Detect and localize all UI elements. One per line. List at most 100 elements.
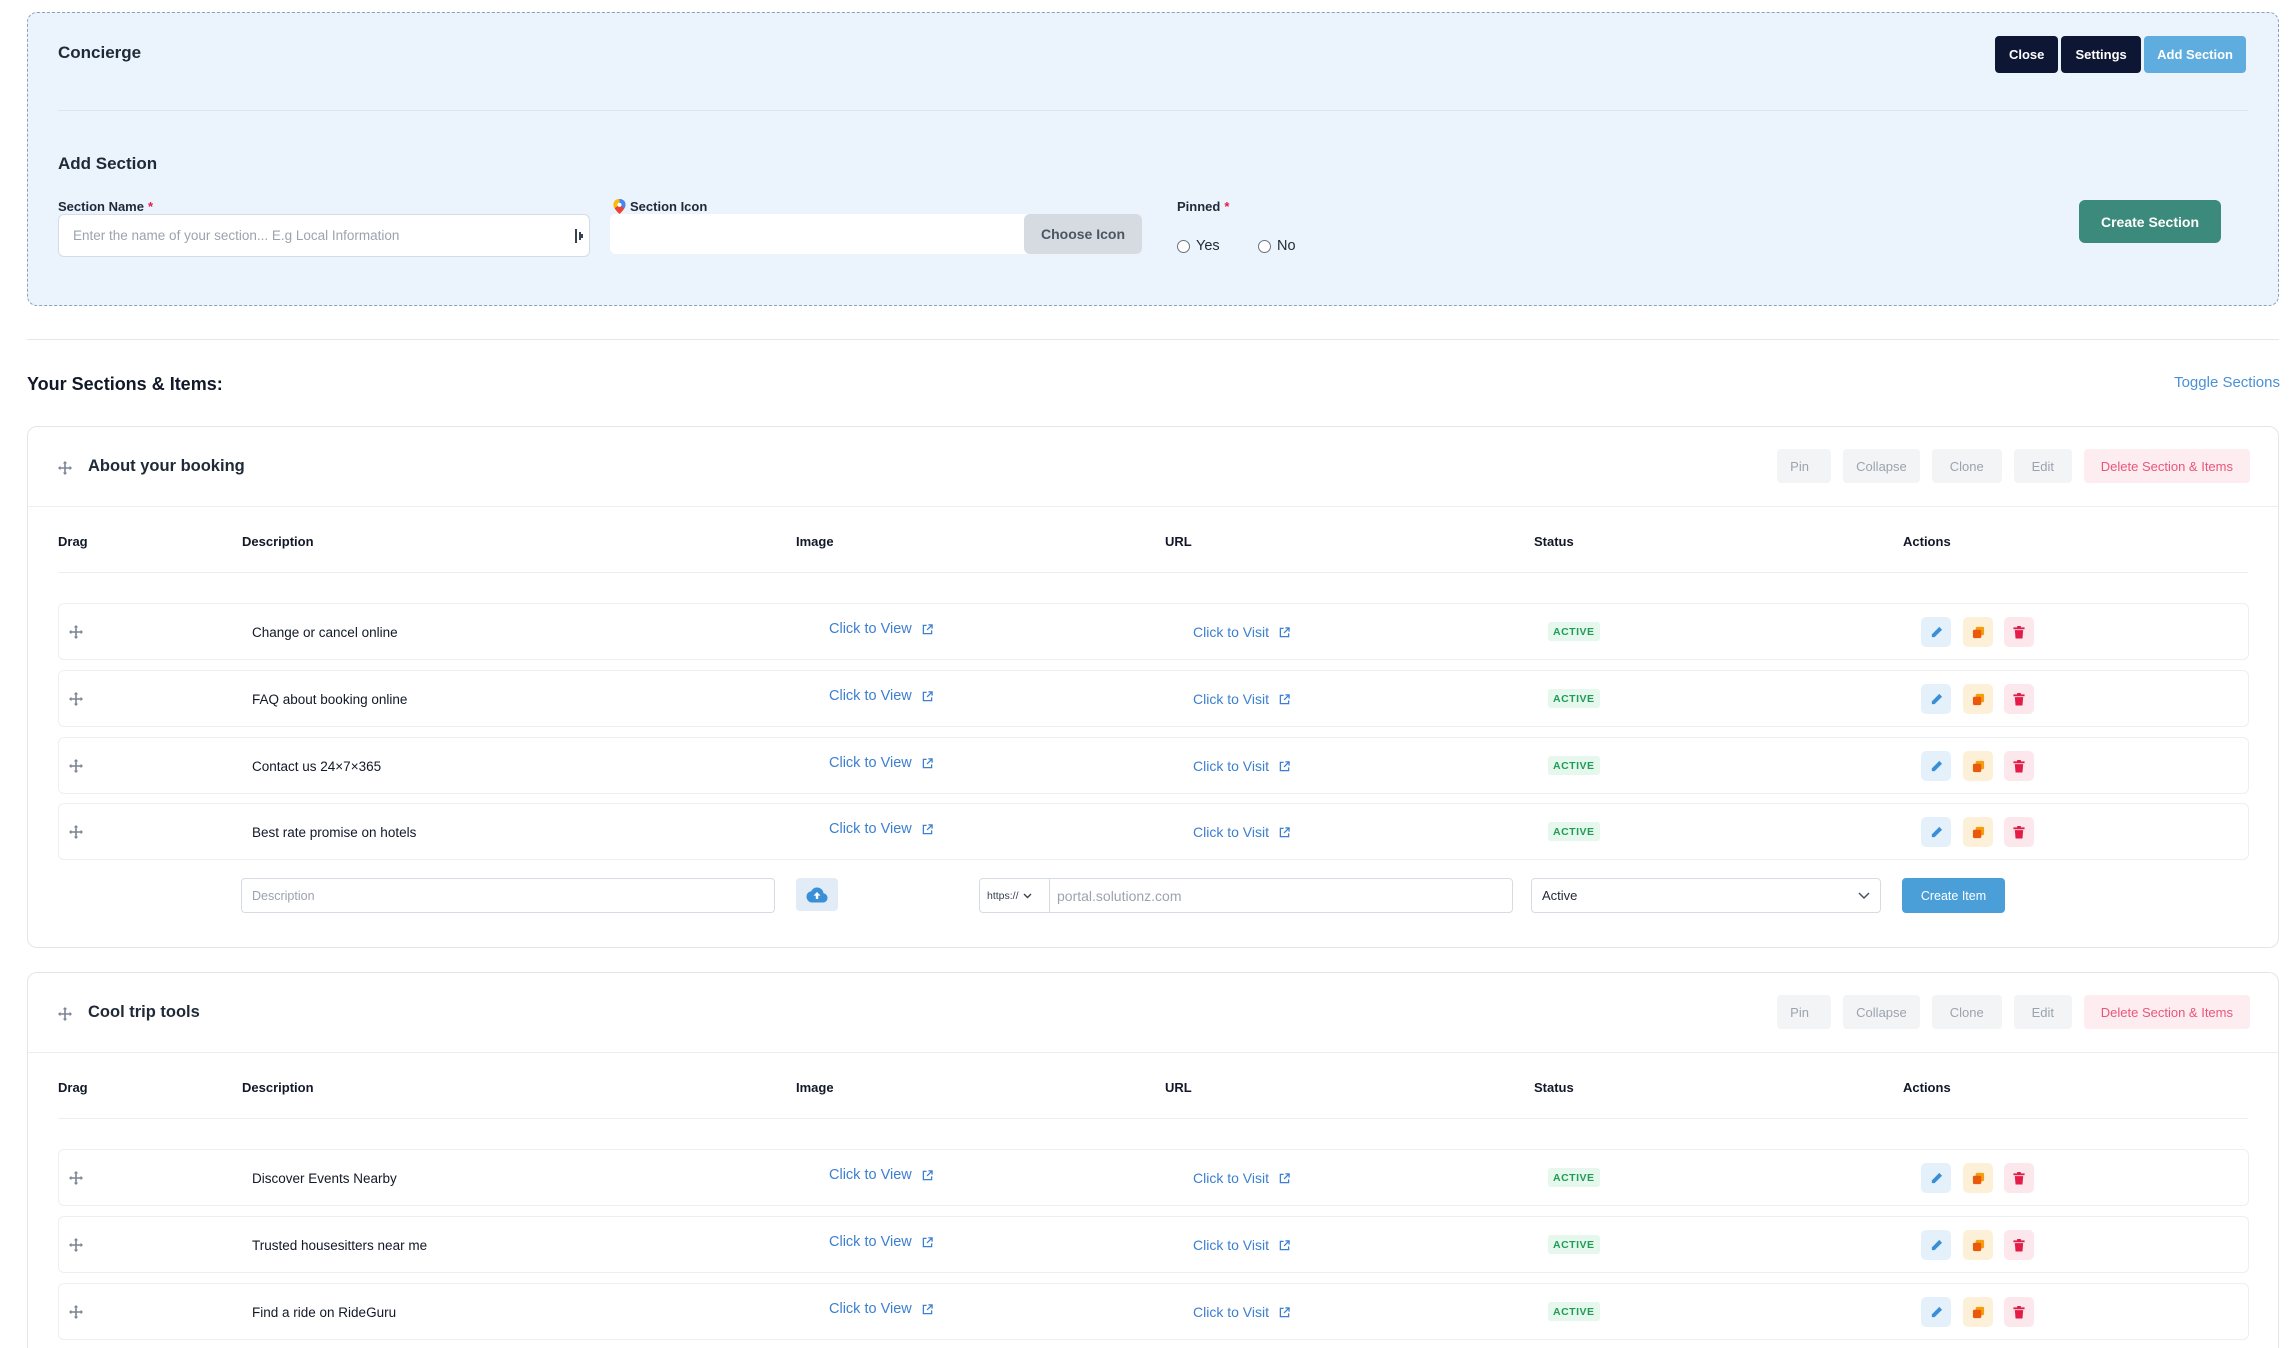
pin-button[interactable]: Pin: [1777, 449, 1832, 483]
view-image-link[interactable]: Click to View: [829, 821, 933, 837]
pinned-no-radio[interactable]: [1258, 239, 1271, 253]
edit-item-button[interactable]: [1921, 751, 1951, 781]
move-arrows-icon[interactable]: [69, 1238, 83, 1252]
section-card: About your booking Pin Collapse Clone Ed…: [27, 426, 2279, 948]
move-arrows-icon[interactable]: [69, 625, 83, 639]
move-arrows-icon[interactable]: [69, 825, 83, 839]
col-actions: Actions: [1903, 534, 1951, 549]
item-description: Trusted housesitters near me: [252, 1238, 428, 1253]
close-button[interactable]: Close: [1995, 36, 2059, 73]
section-name-input[interactable]: Enter the name of your section... E.g Lo…: [58, 214, 590, 257]
chevron-down-icon: [1023, 893, 1032, 898]
edit-section-button[interactable]: Edit: [2013, 995, 2072, 1029]
edit-item-button[interactable]: [1921, 1163, 1951, 1193]
status-badge: ACTIVE: [1548, 1235, 1600, 1254]
create-item-button[interactable]: Create Item: [1902, 878, 2005, 913]
item-description: FAQ about booking online: [252, 692, 408, 707]
delete-item-button[interactable]: [2004, 817, 2034, 847]
view-image-link[interactable]: Click to View: [829, 755, 933, 771]
section-icon-field[interactable]: Choose Icon: [610, 214, 1142, 254]
panel-divider: [58, 110, 2248, 111]
copy-item-button[interactable]: [1963, 751, 1993, 781]
delete-item-button[interactable]: [2004, 617, 2034, 647]
visit-url-link[interactable]: Click to Visit: [1193, 1170, 1290, 1186]
choose-icon-button[interactable]: Choose Icon: [1024, 214, 1142, 254]
copy-item-button[interactable]: [1963, 617, 1993, 647]
external-link-icon: [1279, 760, 1290, 771]
col-status: Status: [1534, 534, 1574, 549]
visit-url-link[interactable]: Click to Visit: [1193, 824, 1290, 840]
pinned-no-option[interactable]: No: [1258, 238, 1296, 254]
status-badge: ACTIVE: [1548, 689, 1600, 708]
copy-item-button[interactable]: [1963, 1230, 1993, 1260]
image-upload-button[interactable]: [796, 878, 838, 911]
section-header: Cool trip tools Pin Collapse Clone Edit …: [28, 973, 2278, 1053]
move-arrows-icon[interactable]: [69, 1305, 83, 1319]
edit-item-button[interactable]: [1921, 1297, 1951, 1327]
move-arrows-icon[interactable]: [69, 692, 83, 706]
view-image-link[interactable]: Click to View: [829, 621, 933, 637]
col-status: Status: [1534, 1080, 1574, 1095]
add-section-button[interactable]: Add Section: [2144, 36, 2246, 73]
clone-button[interactable]: Clone: [1931, 449, 2002, 483]
copy-item-button[interactable]: [1963, 1297, 1993, 1327]
move-arrows-icon[interactable]: [69, 759, 83, 773]
clone-button[interactable]: Clone: [1931, 995, 2002, 1029]
view-image-link[interactable]: Click to View: [829, 1167, 933, 1183]
concierge-title: Concierge: [58, 43, 142, 62]
copy-icon: [1972, 1172, 1984, 1184]
new-item-url-field[interactable]: https:// portal.solutionz.com: [979, 878, 1513, 913]
section-actions: Pin Collapse Clone Edit Delete Section &…: [1777, 449, 2250, 483]
col-drag: Drag: [58, 534, 88, 549]
delete-section-button[interactable]: Delete Section & Items: [2083, 995, 2250, 1029]
new-item-status-select[interactable]: Active: [1531, 878, 1881, 913]
external-link-icon: [1279, 1306, 1290, 1317]
url-placeholder: portal.solutionz.com: [1057, 887, 1182, 904]
concierge-panel: Concierge Close Settings Add Section Add…: [27, 12, 2279, 306]
toggle-sections-link[interactable]: Toggle Sections: [2174, 374, 2280, 391]
visit-url-link[interactable]: Click to Visit: [1193, 1304, 1290, 1320]
add-section-title: Add Section: [58, 154, 158, 173]
move-arrows-icon[interactable]: [58, 1007, 72, 1021]
edit-item-button[interactable]: [1921, 817, 1951, 847]
view-image-link[interactable]: Click to View: [829, 1234, 933, 1250]
collapse-button[interactable]: Collapse: [1843, 449, 1920, 483]
status-badge: ACTIVE: [1548, 822, 1600, 841]
edit-section-button[interactable]: Edit: [2013, 449, 2072, 483]
view-image-link[interactable]: Click to View: [829, 1301, 933, 1317]
sections-list-title: Your Sections & Items:: [27, 374, 223, 394]
collapse-button[interactable]: Collapse: [1843, 995, 1920, 1029]
copy-item-button[interactable]: [1963, 817, 1993, 847]
trash-icon: [2013, 759, 2025, 773]
pinned-yes-radio[interactable]: [1177, 239, 1190, 253]
settings-button[interactable]: Settings: [2061, 36, 2142, 73]
edit-item-button[interactable]: [1921, 617, 1951, 647]
create-section-button[interactable]: Create Section: [2079, 200, 2221, 243]
move-arrows-icon[interactable]: [69, 1171, 83, 1185]
pin-button[interactable]: Pin: [1777, 995, 1832, 1029]
delete-item-button[interactable]: [2004, 1230, 2034, 1260]
edit-item-button[interactable]: [1921, 684, 1951, 714]
copy-item-button[interactable]: [1963, 1163, 1993, 1193]
move-arrows-icon[interactable]: [58, 461, 72, 475]
delete-section-button[interactable]: Delete Section & Items: [2083, 449, 2250, 483]
trash-icon: [2013, 1171, 2025, 1185]
edit-item-button[interactable]: [1921, 1230, 1951, 1260]
visit-url-link[interactable]: Click to Visit: [1193, 691, 1290, 707]
delete-item-button[interactable]: [2004, 684, 2034, 714]
pinned-yes-option[interactable]: Yes: [1177, 238, 1220, 254]
protocol-select[interactable]: https://: [980, 879, 1050, 912]
delete-item-button[interactable]: [2004, 1297, 2034, 1327]
delete-item-button[interactable]: [2004, 751, 2034, 781]
copy-item-button[interactable]: [1963, 684, 1993, 714]
delete-item-button[interactable]: [2004, 1163, 2034, 1193]
visit-url-link[interactable]: Click to Visit: [1193, 1237, 1290, 1253]
external-link-icon: [1279, 626, 1290, 637]
view-image-link[interactable]: Click to View: [829, 688, 933, 704]
table-row: Trusted housesitters near me Click to Vi…: [58, 1216, 2249, 1273]
section-title: Cool trip tools: [88, 1003, 200, 1021]
visit-url-link[interactable]: Click to Visit: [1193, 758, 1290, 774]
visit-url-link[interactable]: Click to Visit: [1193, 624, 1290, 640]
copy-icon: [1972, 760, 1984, 772]
new-item-description-input[interactable]: Description: [241, 878, 775, 913]
